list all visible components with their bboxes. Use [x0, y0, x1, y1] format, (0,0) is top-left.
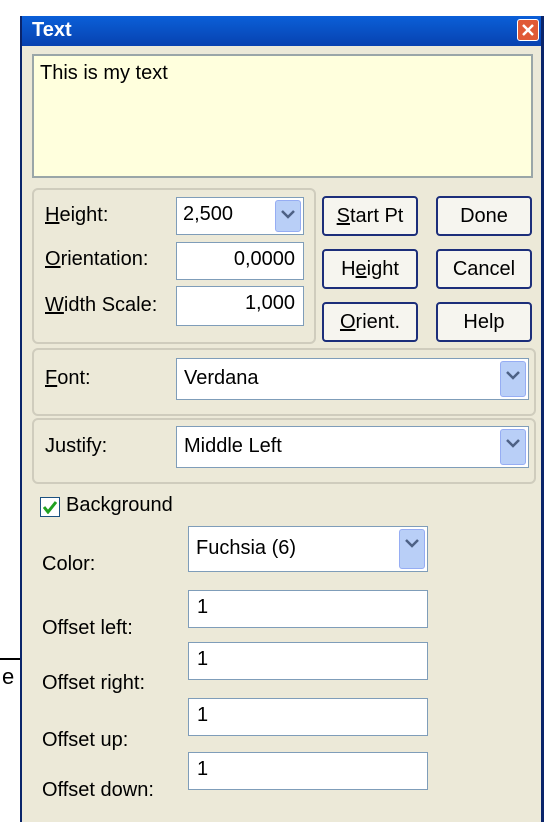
- orientation-value: 0,0000: [233, 248, 295, 270]
- text-input-area[interactable]: This is my text: [32, 54, 533, 178]
- chevron-down-icon: [506, 439, 520, 448]
- offset-right-field[interactable]: 1: [188, 642, 428, 680]
- offset-right-label: Offset right:: [42, 672, 146, 694]
- background-checkbox-label: Background: [66, 494, 173, 516]
- offset-left-value: 1: [197, 596, 209, 618]
- offset-left-field[interactable]: 1: [188, 590, 428, 628]
- help-button[interactable]: Help: [436, 302, 532, 342]
- offset-up-label: Offset up:: [42, 729, 129, 751]
- offset-left-label: Offset left:: [42, 617, 133, 639]
- justify-value: Middle Left: [184, 435, 282, 457]
- height-label: Height:: [45, 204, 109, 226]
- offset-up-value: 1: [197, 704, 209, 726]
- cancel-button[interactable]: Cancel: [436, 249, 532, 289]
- chevron-down-icon: [506, 371, 520, 380]
- offset-up-field[interactable]: 1: [188, 698, 428, 736]
- background-checkbox[interactable]: [40, 497, 60, 517]
- orient-button[interactable]: Orient.: [322, 302, 418, 342]
- window-title: Text: [32, 19, 72, 41]
- color-combobox[interactable]: Fuchsia (6): [188, 526, 428, 572]
- color-label: Color:: [42, 553, 96, 575]
- chevron-down-icon: [405, 539, 419, 548]
- done-button[interactable]: Done: [436, 196, 532, 236]
- justify-label: Justify:: [45, 435, 108, 457]
- justify-combobox[interactable]: Middle Left: [176, 426, 529, 468]
- justify-dropdown-button[interactable]: [500, 429, 526, 465]
- close-icon: [522, 24, 534, 36]
- width-scale-field[interactable]: 1,000: [176, 286, 304, 326]
- height-value: 2,500: [183, 203, 234, 225]
- font-value: Verdana: [184, 367, 259, 389]
- title-bar[interactable]: Text: [22, 16, 541, 46]
- font-label: Font:: [45, 367, 91, 389]
- font-combobox[interactable]: Verdana: [176, 358, 529, 400]
- height-button[interactable]: Height: [322, 249, 418, 289]
- color-value: Fuchsia (6): [196, 537, 297, 559]
- height-dropdown-button[interactable]: [275, 200, 301, 232]
- chevron-down-icon: [281, 210, 295, 219]
- font-dropdown-button[interactable]: [500, 361, 526, 397]
- start-pt-button[interactable]: Start Pt: [322, 196, 418, 236]
- text-dialog: Text This is my text Height: 2,500 Orien…: [20, 16, 544, 822]
- offset-down-field[interactable]: 1: [188, 752, 428, 790]
- color-dropdown-button[interactable]: [399, 529, 425, 569]
- offset-down-label: Offset down:: [42, 779, 154, 801]
- height-combobox[interactable]: 2,500: [176, 197, 304, 235]
- orientation-label: Orientation:: [45, 248, 149, 270]
- checkmark-icon: [43, 501, 57, 514]
- offset-down-value: 1: [197, 758, 209, 780]
- width-scale-label: Width Scale:: [45, 294, 158, 316]
- width-scale-value: 1,000: [244, 292, 295, 314]
- background-underline: [0, 658, 22, 660]
- background-text-fragment: e: [2, 664, 15, 689]
- close-button[interactable]: [517, 19, 539, 41]
- orientation-field[interactable]: 0,0000: [176, 242, 304, 280]
- offset-right-value: 1: [197, 648, 209, 670]
